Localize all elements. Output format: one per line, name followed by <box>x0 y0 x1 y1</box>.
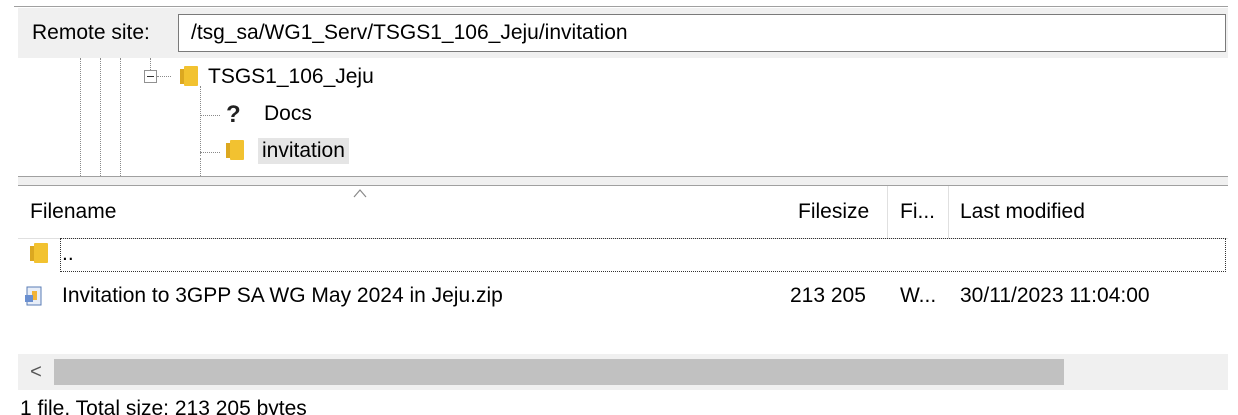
tree-item-invitation-label[interactable]: invitation <box>258 138 349 164</box>
list-item-parent-directory[interactable]: .. <box>18 238 1228 274</box>
folder-icon <box>180 66 198 86</box>
column-header-last-modified[interactable]: Last modified <box>960 200 1085 224</box>
scroll-left-arrow-icon[interactable]: < <box>18 354 54 390</box>
tree-guide-line <box>200 86 201 156</box>
window-frame-right <box>1228 0 1238 415</box>
remote-site-label: Remote site: <box>32 21 150 44</box>
status-text: 1 file. Total size: 213 205 bytes <box>20 397 307 415</box>
column-header-filename[interactable]: Filename <box>30 200 116 224</box>
folder-icon <box>30 243 48 263</box>
window-frame-top <box>14 0 1228 7</box>
remote-file-list: Filename Filesize Fi... Last modified ..… <box>18 186 1228 415</box>
tree-item-docs-label[interactable]: Docs <box>264 102 312 126</box>
remote-site-path-text: /tsg_sa/WG1_Serv/TSGS1_106_Jeju/invitati… <box>191 21 628 44</box>
status-bar: 1 file. Total size: 213 205 bytes <box>18 393 1228 415</box>
file-size: 213 205 <box>790 284 866 307</box>
tree-connector <box>200 152 220 153</box>
sort-ascending-icon <box>353 189 367 198</box>
collapse-toggle-icon[interactable] <box>144 70 157 83</box>
tree-connector <box>157 76 171 77</box>
folder-icon <box>226 140 244 160</box>
unknown-folder-icon: ? <box>226 101 241 128</box>
parent-directory-label: .. <box>62 242 74 265</box>
file-modified: 30/11/2023 11:04:00 <box>960 284 1150 307</box>
tree-guide-line <box>200 158 201 176</box>
tree-item-parent-label[interactable]: TSGS1_106_Jeju <box>208 65 374 89</box>
tree-guide-line <box>120 58 121 176</box>
window-frame-left <box>0 0 14 415</box>
zip-file-icon <box>25 286 42 306</box>
remote-site-path-input[interactable]: /tsg_sa/WG1_Serv/TSGS1_106_Jeju/invitati… <box>178 14 1226 52</box>
horizontal-scrollbar[interactable]: < <box>18 354 1228 390</box>
tree-connector <box>200 115 220 116</box>
column-header-filesize[interactable]: Filesize <box>798 200 869 224</box>
column-header-filetype[interactable]: Fi... <box>900 200 935 224</box>
file-name: Invitation to 3GPP SA WG May 2024 in Jej… <box>62 284 503 307</box>
file-type: W... <box>900 284 937 307</box>
file-list-header: Filename Filesize Fi... Last modified <box>18 186 1228 239</box>
pane-splitter[interactable] <box>18 176 1228 186</box>
tree-guide-line <box>150 58 151 70</box>
column-separator[interactable] <box>887 186 888 238</box>
scrollbar-thumb[interactable] <box>54 359 1064 385</box>
focus-outline <box>60 238 1226 272</box>
remote-site-bar: Remote site: /tsg_sa/WG1_Serv/TSGS1_106_… <box>18 8 1228 59</box>
column-separator[interactable] <box>948 186 949 238</box>
remote-directory-tree: TSGS1_106_Jeju ? Docs invitation <box>18 58 1228 176</box>
table-row[interactable]: Invitation to 3GPP SA WG May 2024 in Jej… <box>18 278 1228 314</box>
tree-guide-line <box>80 58 81 176</box>
tree-guide-line <box>100 58 101 176</box>
